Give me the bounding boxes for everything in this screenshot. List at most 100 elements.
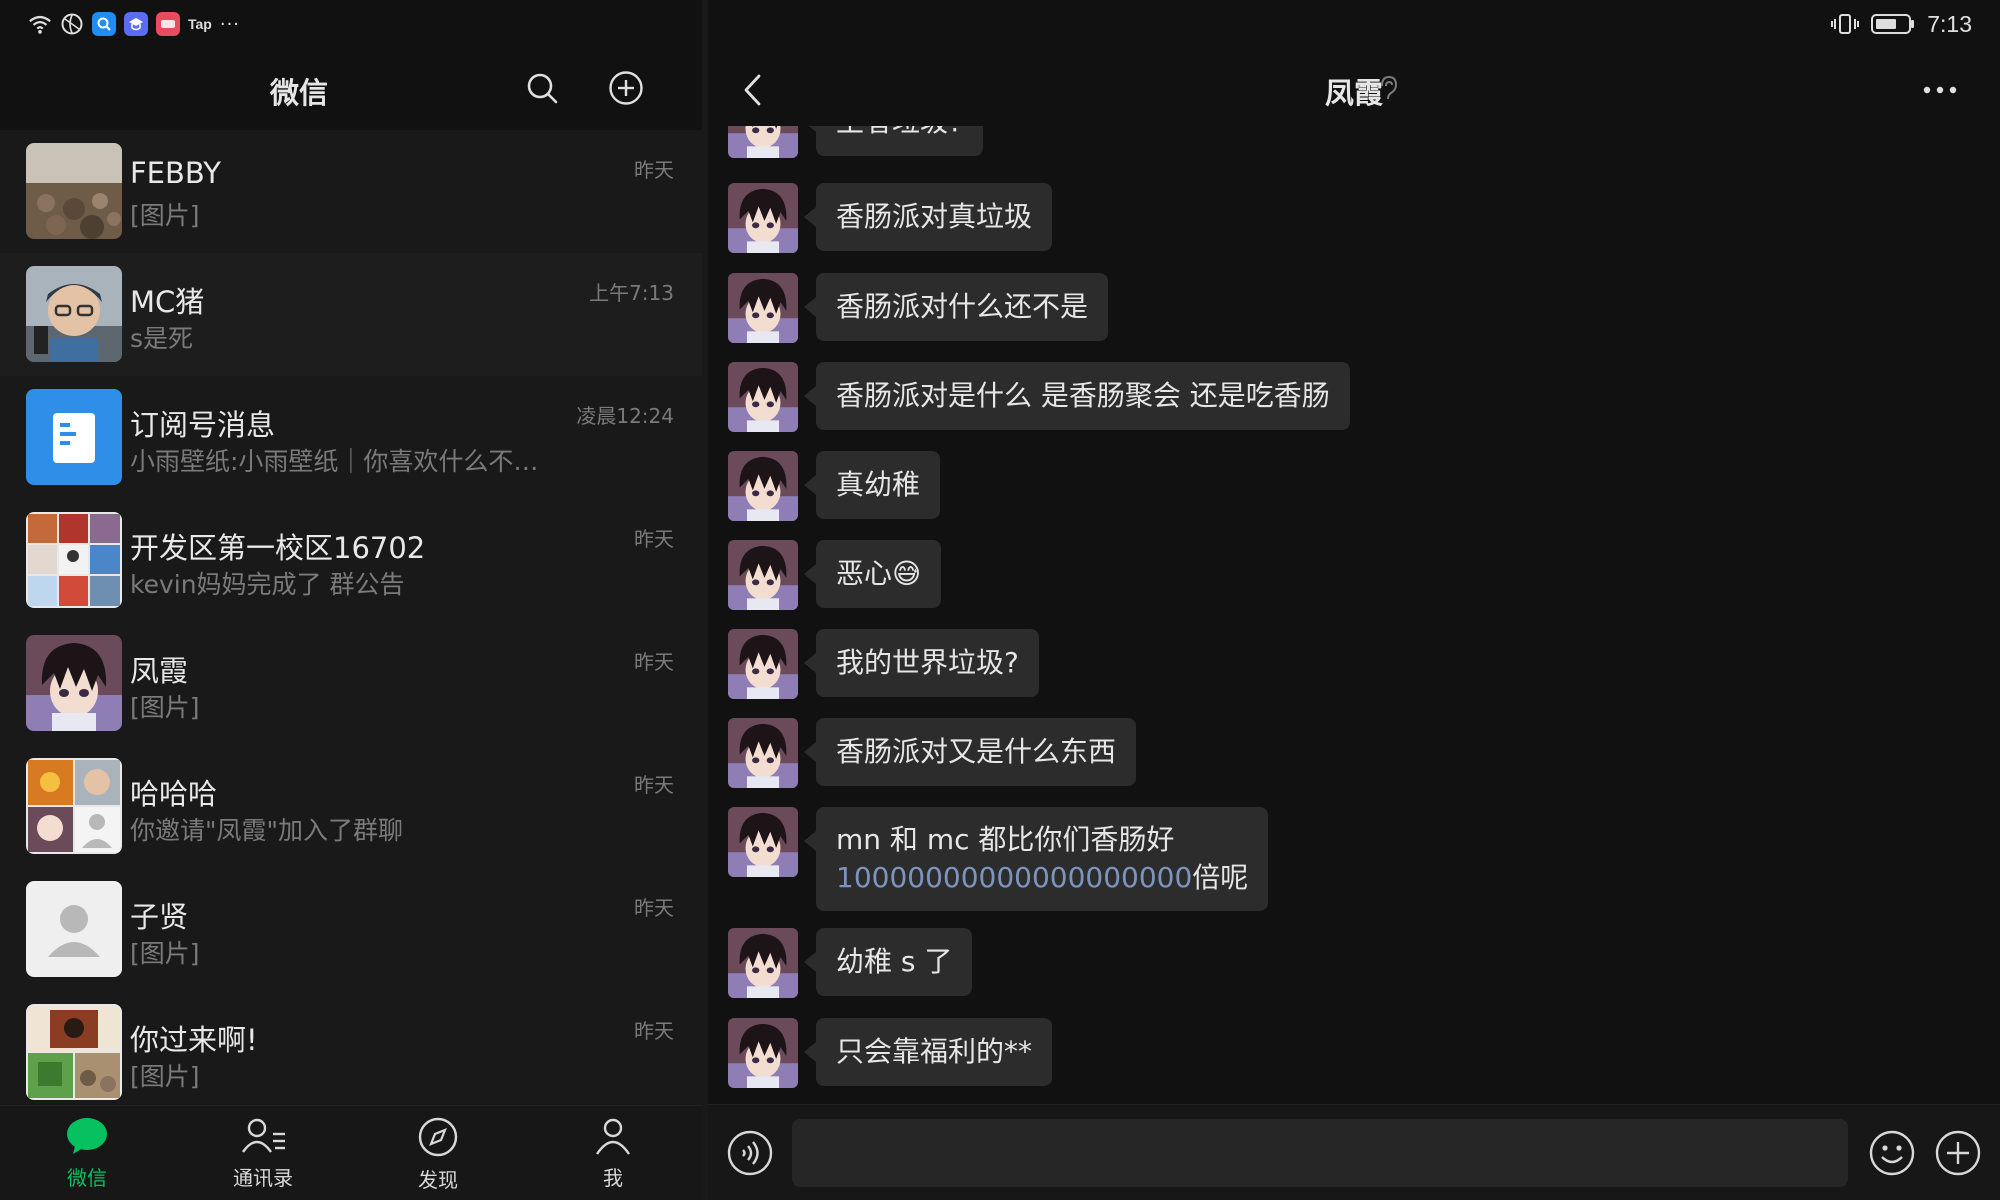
message-bubble[interactable]: 香肠派对又是什么东西 <box>803 718 1137 786</box>
chat-name: MC猪 <box>130 285 205 319</box>
more-notifications-icon: ··· <box>219 13 241 35</box>
avatar[interactable] <box>728 183 798 253</box>
avatar[interactable] <box>728 362 798 432</box>
message-bubble[interactable]: 我的世界垃圾? <box>804 629 1039 697</box>
tab-label: 通讯录 <box>233 1166 293 1190</box>
message-bubble[interactable]: 恶心😅 <box>803 540 942 608</box>
message-bubble[interactable]: 只会靠福利的** <box>803 1018 1053 1086</box>
school-app-icon <box>124 12 148 36</box>
avatar <box>26 635 122 731</box>
status-bar-right: 7:13 <box>1831 10 1972 38</box>
sweat-smile-emoji-icon: 😅 <box>892 557 922 590</box>
chat-list-header: 微信 <box>0 60 702 130</box>
avatar[interactable] <box>728 718 798 788</box>
chat-time: 凌晨12:24 <box>576 404 674 428</box>
chat-list-pane: Tap ··· 微信 FEBBY [图片] 昨天 MC猪 s是死 上午7:13 … <box>0 0 702 1200</box>
tab-label: 发现 <box>418 1168 458 1192</box>
message-text: 恶心 <box>836 557 893 590</box>
chat-time: 昨天 <box>634 158 674 182</box>
tab-label: 微信 <box>67 1166 107 1190</box>
search-button[interactable] <box>522 68 562 108</box>
number-link[interactable]: 10000000000000000000 <box>836 861 1192 894</box>
group-avatar <box>26 512 122 608</box>
message-bubble[interactable]: mn 和 mc 都比你们香肠好 10000000000000000000倍呢 <box>803 807 1269 911</box>
chat-item-febby[interactable]: FEBBY [图片] 昨天 <box>0 130 702 253</box>
message-bubble[interactable]: 香肠派对真垃圾 <box>803 183 1053 251</box>
message-bubble[interactable]: 王者垃圾? <box>804 126 983 156</box>
conversation-header: 凤霞 <box>708 58 2000 126</box>
chat-list: FEBBY [图片] 昨天 MC猪 s是死 上午7:13 订阅号消息 小雨壁纸:… <box>0 130 702 1114</box>
chat-preview: [图片] <box>130 1062 200 1091</box>
avatar[interactable] <box>728 629 798 699</box>
wifi-icon <box>28 12 52 36</box>
plus-circle-icon <box>609 71 643 105</box>
message-list[interactable]: 王者垃圾? 香肠派对真垃圾 香肠派对什么还不是 香肠派对是什么 是香肠聚会 还是… <box>708 126 2000 1104</box>
chat-name: 子贤 <box>130 900 189 934</box>
battery-icon <box>1871 14 1915 34</box>
more-options-button[interactable] <box>1918 72 1962 108</box>
clock: 7:13 <box>1927 10 1972 37</box>
tab-discover[interactable]: 发现 <box>378 1116 498 1196</box>
add-button[interactable] <box>606 68 646 108</box>
smiley-icon <box>1869 1130 1915 1176</box>
chat-preview: s是死 <box>130 324 194 353</box>
avatar[interactable] <box>728 273 798 343</box>
tap-app-label: Tap <box>188 16 212 32</box>
tab-label: 我 <box>603 1166 623 1190</box>
vibrate-icon <box>1831 14 1860 34</box>
chat-name: 凤霞 <box>130 654 189 688</box>
tab-contacts[interactable]: 通讯录 <box>203 1116 323 1196</box>
message-bubble[interactable]: 香肠派对什么还不是 <box>803 273 1109 341</box>
chat-name: 订阅号消息 <box>130 408 276 442</box>
browser-app-icon <box>60 12 84 36</box>
chat-time: 昨天 <box>634 650 674 674</box>
conversation-title: 凤霞 <box>1324 76 1383 110</box>
tab-chats[interactable]: 微信 <box>27 1116 147 1196</box>
bottom-tab-bar: 微信 通讯录 发现 我 <box>0 1105 702 1200</box>
chat-preview: kevin妈妈完成了 群公告 <box>130 570 405 599</box>
voice-input-button[interactable] <box>726 1129 774 1177</box>
avatar[interactable] <box>728 126 798 158</box>
chat-preview: 小雨壁纸:小雨壁纸｜你喜欢什么不… <box>130 447 539 476</box>
video-app-icon <box>156 12 180 36</box>
avatar[interactable] <box>728 451 798 521</box>
conversation-pane: 7:13 凤霞 王者垃圾? 香肠派对真垃圾 <box>708 0 2000 1200</box>
compass-icon <box>418 1117 458 1157</box>
group-avatar <box>26 1004 122 1100</box>
chat-item-zixian[interactable]: 子贤 [图片] 昨天 <box>0 868 702 991</box>
subscription-doc-icon <box>26 389 122 485</box>
chat-item-hahaha[interactable]: 哈哈哈 你邀请"凤霞"加入了群聊 昨天 <box>0 745 702 868</box>
emoji-button[interactable] <box>1868 1129 1916 1177</box>
search-icon <box>527 73 558 104</box>
chat-item-come-here[interactable]: 你过来啊! [图片] 昨天 <box>0 991 702 1114</box>
message-bubble[interactable]: 香肠派对是什么 是香肠聚会 还是吃香肠 <box>804 362 1350 430</box>
avatar[interactable] <box>728 928 798 998</box>
tab-me[interactable]: 我 <box>553 1116 673 1196</box>
person-icon <box>596 1118 630 1155</box>
avatar[interactable] <box>728 540 798 610</box>
chat-name: 你过来啊! <box>130 1023 258 1057</box>
chat-time: 昨天 <box>634 1019 674 1043</box>
plus-circle-icon <box>1935 1130 1981 1176</box>
avatar[interactable] <box>728 807 798 877</box>
more-actions-button[interactable] <box>1934 1129 1982 1177</box>
message-line: mn 和 mc 都比你们香肠好 <box>836 823 1175 856</box>
chat-name: 哈哈哈 <box>130 777 218 811</box>
chat-item-fengxia[interactable]: 凤霞 [图片] 昨天 <box>0 622 702 745</box>
chat-bubble-icon <box>67 1118 107 1154</box>
message-bubble[interactable]: 幼稚 s 了 <box>803 928 973 996</box>
earpiece-mode-icon <box>1376 74 1400 102</box>
default-avatar-icon <box>26 881 122 977</box>
message-bubble[interactable]: 真幼稚 <box>803 451 941 519</box>
chat-time: 昨天 <box>634 773 674 797</box>
message-input-bar <box>708 1104 2000 1200</box>
avatar[interactable] <box>728 1018 798 1088</box>
chat-item-school-group[interactable]: 开发区第一校区16702 kevin妈妈完成了 群公告 昨天 <box>0 499 702 622</box>
page-title: 微信 <box>269 76 328 110</box>
message-input[interactable] <box>792 1119 1848 1187</box>
avatar <box>26 143 122 239</box>
chat-preview: [图片] <box>130 201 200 230</box>
message-line: 10000000000000000000倍呢 <box>836 859 1248 897</box>
chat-item-subscriptions[interactable]: 订阅号消息 小雨壁纸:小雨壁纸｜你喜欢什么不… 凌晨12:24 <box>0 376 702 499</box>
chat-item-mc-pig[interactable]: MC猪 s是死 上午7:13 <box>0 253 702 376</box>
